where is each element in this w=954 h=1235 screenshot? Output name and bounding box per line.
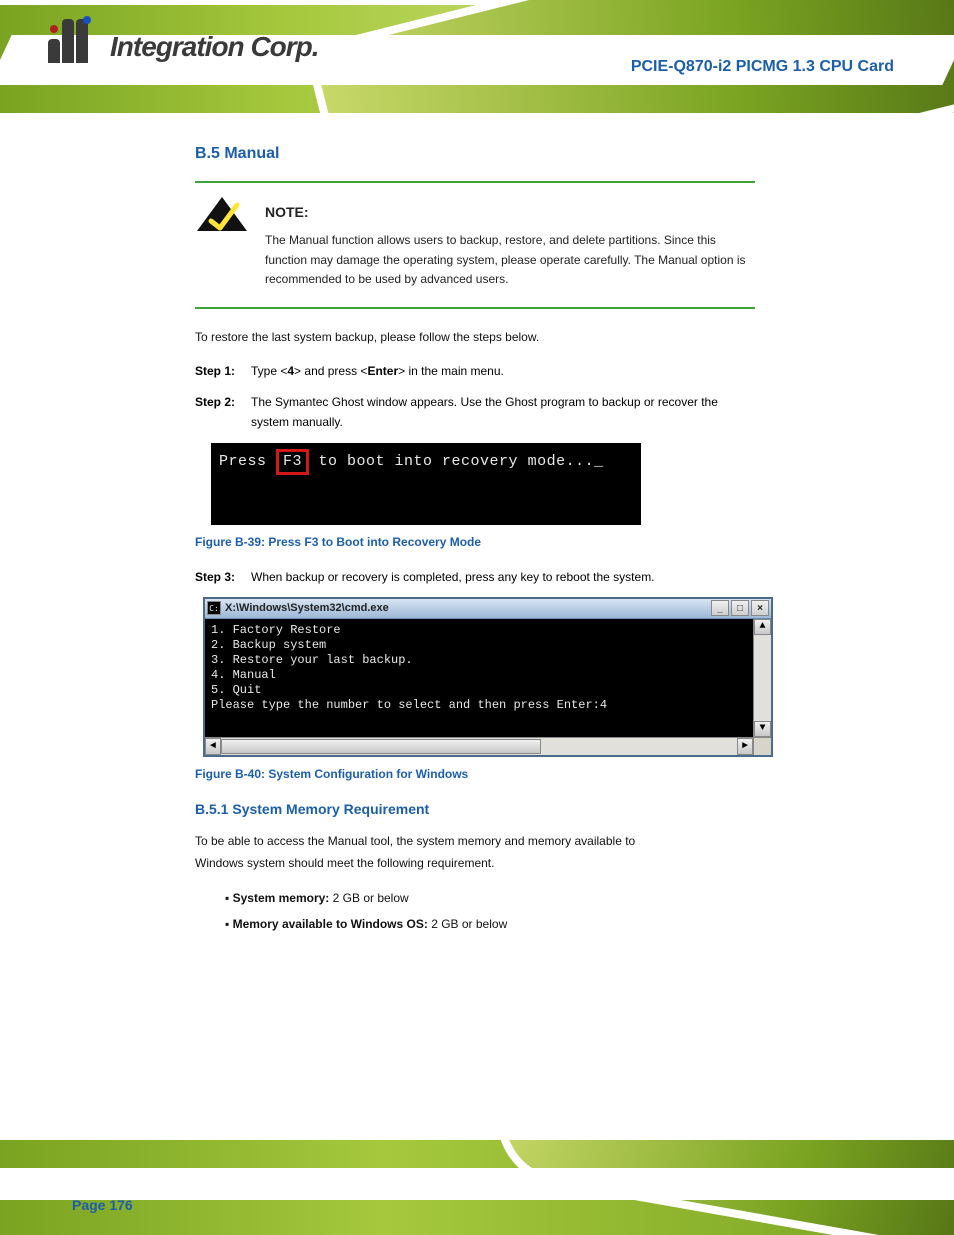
cmd-body-wrapper: 1. Factory Restore 2. Backup system 3. R… <box>205 619 771 737</box>
maximize-button[interactable]: □ <box>731 600 749 616</box>
intro-text: To restore the last system backup, pleas… <box>195 327 755 347</box>
cmd-title-text: X:\Windows\System32\cmd.exe <box>225 602 707 614</box>
bottom-banner <box>0 1140 954 1235</box>
hscroll-thumb[interactable] <box>221 739 541 754</box>
step-1: Step 1: Type <4> and press <Enter> in th… <box>195 361 755 381</box>
section-heading: B.5 Manual <box>195 145 755 163</box>
step-2: Step 2: The Symantec Ghost window appear… <box>195 392 755 433</box>
bullet-2-label: Memory available to Windows OS: <box>233 917 428 931</box>
note-body: The Manual function allows users to back… <box>265 231 755 289</box>
figure-caption-2: Figure B-40: System Configuration for Wi… <box>195 767 755 781</box>
brand-logo: Integration Corp. <box>48 15 319 63</box>
sub-text-2: Windows system should meet the following… <box>195 853 755 873</box>
cmd-system-menu-icon[interactable]: C: <box>207 601 221 615</box>
subsection-heading: B.5.1 System Memory Requirement <box>195 801 755 817</box>
cmd-window-buttons: _ □ × <box>711 600 769 616</box>
step-3: Step 3: When backup or recovery is compl… <box>195 567 755 587</box>
bullet-1: ▪ System memory: 2 GB or below <box>195 888 755 908</box>
step-1-text-part2: > and press < <box>294 364 367 378</box>
scroll-right-icon[interactable]: ► <box>737 738 753 755</box>
note-title: NOTE: <box>265 201 755 223</box>
vscroll-track[interactable] <box>754 635 771 721</box>
bullet-2: ▪ Memory available to Windows OS: 2 GB o… <box>195 914 755 934</box>
sub-text-1: To be able to access the Manual tool, th… <box>195 831 755 851</box>
bullet-1-val: 2 GB or below <box>329 891 408 905</box>
bullet-1-label: System memory: <box>233 891 330 905</box>
step-3-text: When backup or recovery is completed, pr… <box>251 570 655 584</box>
content-column: B.5 Manual NOTE: The Manual function all… <box>195 145 755 940</box>
step-1-label: Step 1: <box>195 361 235 381</box>
document-title: PCIE-Q870-i2 PICMG 1.3 CPU Card <box>631 58 894 76</box>
step-2-label: Step 2: <box>195 392 235 412</box>
boot-line-prefix: Press <box>219 453 276 470</box>
figure-caption-1: Figure B-39: Press F3 to Boot into Recov… <box>195 535 755 549</box>
bullet-2-val: 2 GB or below <box>428 917 507 931</box>
step-1-enter: Enter <box>367 364 398 378</box>
boot-terminal-screenshot: Press F3 to boot into recovery mode..._ <box>211 443 641 525</box>
cmd-window: C: X:\Windows\System32\cmd.exe _ □ × 1. … <box>203 597 773 757</box>
step-1-text-part1: Type < <box>251 364 287 378</box>
scroll-down-icon[interactable]: ▼ <box>754 721 771 737</box>
cmd-horizontal-scrollbar[interactable]: ◄ ► <box>205 737 771 755</box>
step-1-text-part3: > in the main menu. <box>398 364 504 378</box>
f3-highlight: F3 <box>276 449 309 475</box>
page-number: Page 176 <box>72 1197 133 1213</box>
scroll-left-icon[interactable]: ◄ <box>205 738 221 755</box>
cmd-vertical-scrollbar[interactable]: ▲ ▼ <box>753 619 771 737</box>
note-icon <box>195 195 249 233</box>
top-banner: Integration Corp. <box>0 0 954 113</box>
scroll-up-icon[interactable]: ▲ <box>754 619 771 635</box>
boot-line-suffix: to boot into recovery mode..._ <box>309 453 604 470</box>
green-rule-top <box>195 181 755 183</box>
footer-white-stripe <box>0 1168 954 1200</box>
step-3-label: Step 3: <box>195 567 235 587</box>
cmd-body[interactable]: 1. Factory Restore 2. Backup system 3. R… <box>205 619 753 737</box>
logo-text: Integration Corp. <box>110 31 319 63</box>
note-block: NOTE: The Manual function allows users t… <box>195 201 755 289</box>
close-button[interactable]: × <box>751 600 769 616</box>
minimize-button[interactable]: _ <box>711 600 729 616</box>
step-2-text: The Symantec Ghost window appears. Use t… <box>251 395 718 429</box>
scroll-corner <box>753 738 771 755</box>
hscroll-track[interactable] <box>221 738 737 755</box>
cmd-titlebar: C: X:\Windows\System32\cmd.exe _ □ × <box>205 599 771 619</box>
green-rule-bottom <box>195 307 755 309</box>
logo-mark-icon <box>48 15 104 63</box>
